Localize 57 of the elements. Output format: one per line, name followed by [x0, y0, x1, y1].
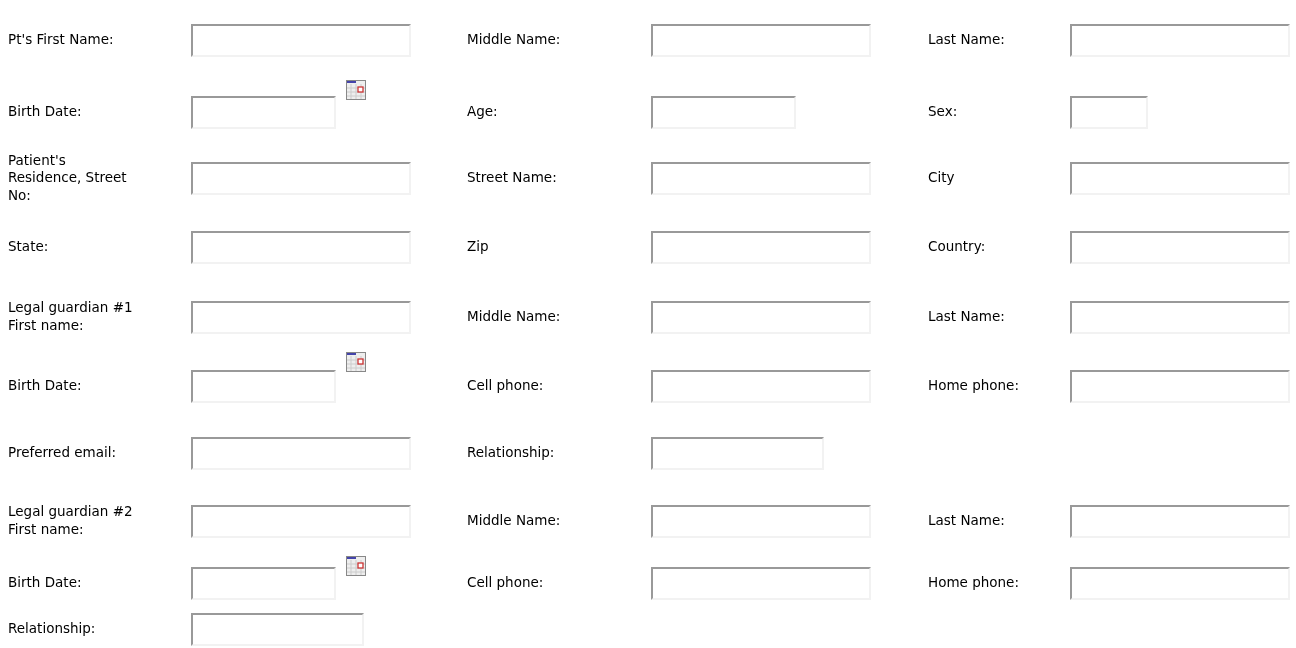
field-label: Relationship: — [467, 444, 556, 462]
field-label: Birth Date: — [8, 103, 83, 121]
input-field[interactable] — [191, 23, 411, 57]
field-label: City — [928, 169, 956, 187]
input-field[interactable] — [191, 612, 364, 646]
date-field[interactable] — [191, 369, 336, 403]
date-field[interactable] — [191, 566, 336, 600]
input-field[interactable] — [191, 504, 411, 538]
input-field[interactable] — [191, 230, 411, 264]
field-label: Patient's Residence, Street No: — [8, 151, 128, 205]
date-field[interactable] — [191, 95, 336, 129]
field-label: Cell phone: — [467, 574, 545, 592]
field-label: Home phone: — [928, 574, 1020, 592]
calendar-icon[interactable] — [346, 80, 366, 100]
field-label: Birth Date: — [8, 574, 83, 592]
input-field[interactable] — [1070, 300, 1290, 334]
field-label: Country: — [928, 238, 987, 256]
field-label: Last Name: — [928, 512, 1006, 530]
input-field[interactable] — [1070, 161, 1290, 195]
calendar-icon[interactable] — [346, 556, 366, 576]
field-label: Legal guardian #2 First name: — [8, 503, 134, 539]
field-label: Last Name: — [928, 31, 1006, 49]
input-field[interactable] — [651, 300, 871, 334]
field-label: Street Name: — [467, 169, 558, 187]
field-label: Preferred email: — [8, 444, 118, 462]
field-label: Age: — [467, 103, 499, 121]
calendar-icon[interactable] — [346, 352, 366, 372]
input-field[interactable] — [651, 95, 796, 129]
input-field[interactable] — [1070, 95, 1148, 129]
input-field[interactable] — [1070, 23, 1290, 57]
field-label: Middle Name: — [467, 512, 562, 530]
input-field[interactable] — [651, 369, 871, 403]
field-label: Home phone: — [928, 377, 1020, 395]
field-label: Middle Name: — [467, 31, 562, 49]
input-field[interactable] — [1070, 369, 1290, 403]
input-field[interactable] — [651, 23, 871, 57]
input-field[interactable] — [651, 436, 824, 470]
input-field[interactable] — [191, 436, 411, 470]
field-label: Birth Date: — [8, 377, 83, 395]
input-field[interactable] — [651, 230, 871, 264]
field-label: Zip — [467, 238, 490, 256]
field-label: Cell phone: — [467, 377, 545, 395]
field-label: Last Name: — [928, 308, 1006, 326]
field-label: State: — [8, 238, 50, 256]
input-field[interactable] — [651, 161, 871, 195]
input-field[interactable] — [191, 161, 411, 195]
field-label: Pt's First Name: — [8, 31, 115, 49]
field-label: Sex: — [928, 103, 959, 121]
input-field[interactable] — [191, 300, 411, 334]
input-field[interactable] — [651, 566, 871, 600]
input-field[interactable] — [1070, 504, 1290, 538]
input-field[interactable] — [1070, 566, 1290, 600]
input-field[interactable] — [1070, 230, 1290, 264]
field-label: Middle Name: — [467, 308, 562, 326]
field-label: Legal guardian #1 First name: — [8, 299, 134, 335]
input-field[interactable] — [651, 504, 871, 538]
field-label: Relationship: — [8, 620, 97, 638]
